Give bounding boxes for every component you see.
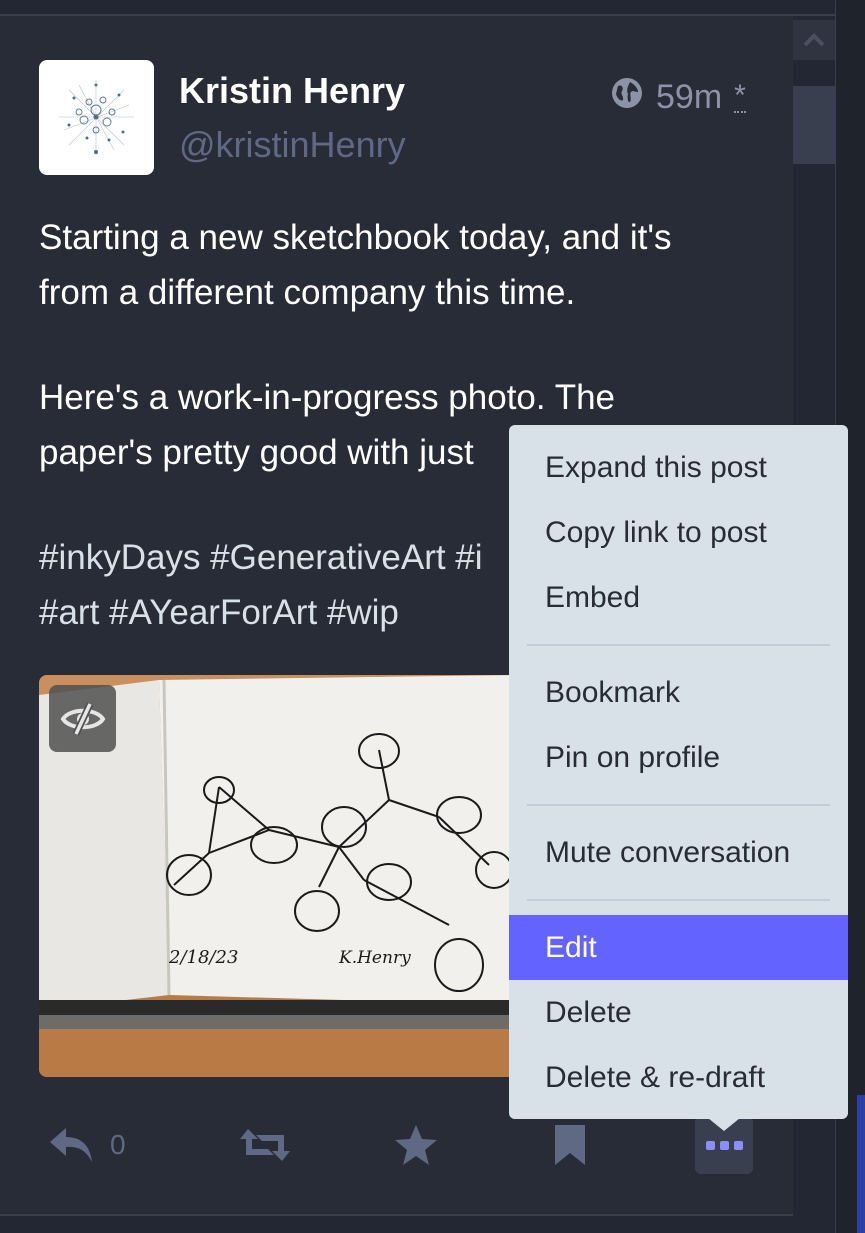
hide-media-button[interactable]: [49, 685, 116, 752]
bookmark-button[interactable]: [553, 1110, 587, 1180]
bookmark-icon: [555, 1125, 585, 1165]
ellipsis-icon: [733, 1140, 743, 1150]
account-handle[interactable]: @kristinHenry: [179, 124, 406, 166]
scroll-up-button[interactable]: [793, 20, 835, 60]
menu-item-pin[interactable]: Pin on profile: [509, 725, 848, 790]
reply-count: 0: [110, 1129, 126, 1160]
globe-icon: [610, 76, 644, 119]
menu-item-embed[interactable]: Embed: [509, 565, 848, 630]
status-meta[interactable]: 59m *: [610, 76, 746, 119]
chevron-up-icon: [803, 33, 825, 47]
status-action-bar: 0: [0, 1110, 793, 1180]
scrollbar-thumb[interactable]: [793, 86, 835, 164]
ellipsis-icon: [705, 1140, 715, 1150]
avatar[interactable]: [39, 60, 154, 175]
menu-item-bookmark[interactable]: Bookmark: [509, 660, 848, 725]
next-post-edge: [0, 1216, 793, 1233]
edited-marker[interactable]: *: [734, 81, 746, 113]
avatar-network-image: [59, 80, 134, 155]
boost-button[interactable]: [238, 1110, 292, 1180]
status-dropdown-menu: Expand this post Copy link to post Embed…: [509, 425, 848, 1119]
sketch-signature: K.Henry: [338, 948, 411, 968]
menu-item-mute-conversation[interactable]: Mute conversation: [509, 820, 848, 885]
content-line: paper's pretty good with just: [39, 433, 474, 472]
menu-item-expand[interactable]: Expand this post: [509, 435, 848, 500]
menu-item-delete[interactable]: Delete: [509, 980, 848, 1045]
star-icon: [395, 1125, 437, 1165]
menu-item-edit[interactable]: Edit: [509, 915, 848, 980]
paragraph: Starting a new sketchbook today, and it'…: [39, 210, 779, 320]
content-line: Here's a work-in-progress photo. The: [39, 378, 616, 417]
menu-separator: [527, 899, 830, 901]
favourite-button[interactable]: [393, 1110, 439, 1180]
sketch-date: 2/18/23: [168, 947, 238, 968]
hashtag-line[interactable]: #inkyDays #GenerativeArt #i: [39, 538, 483, 577]
content-line: from a different company this time.: [39, 273, 576, 312]
previous-post-edge: [0, 0, 835, 14]
display-name[interactable]: Kristin Henry: [179, 70, 405, 112]
hashtag-line[interactable]: #art #AYearForArt #wip: [39, 593, 399, 632]
ellipsis-icon: [719, 1140, 729, 1150]
reply-button[interactable]: 0: [48, 1110, 126, 1180]
menu-separator: [527, 644, 830, 646]
menu-item-delete-redraft[interactable]: Delete & re-draft: [509, 1045, 848, 1110]
menu-item-copy-link[interactable]: Copy link to post: [509, 500, 848, 565]
eye-slash-icon: [60, 702, 105, 735]
boost-icon: [240, 1129, 290, 1161]
menu-arrow: [708, 1118, 740, 1131]
timestamp[interactable]: 59m: [656, 78, 722, 117]
reply-icon: [50, 1128, 92, 1162]
menu-separator: [527, 804, 830, 806]
adjacent-column-accent: [857, 1095, 865, 1233]
content-line: Starting a new sketchbook today, and it'…: [39, 218, 672, 257]
